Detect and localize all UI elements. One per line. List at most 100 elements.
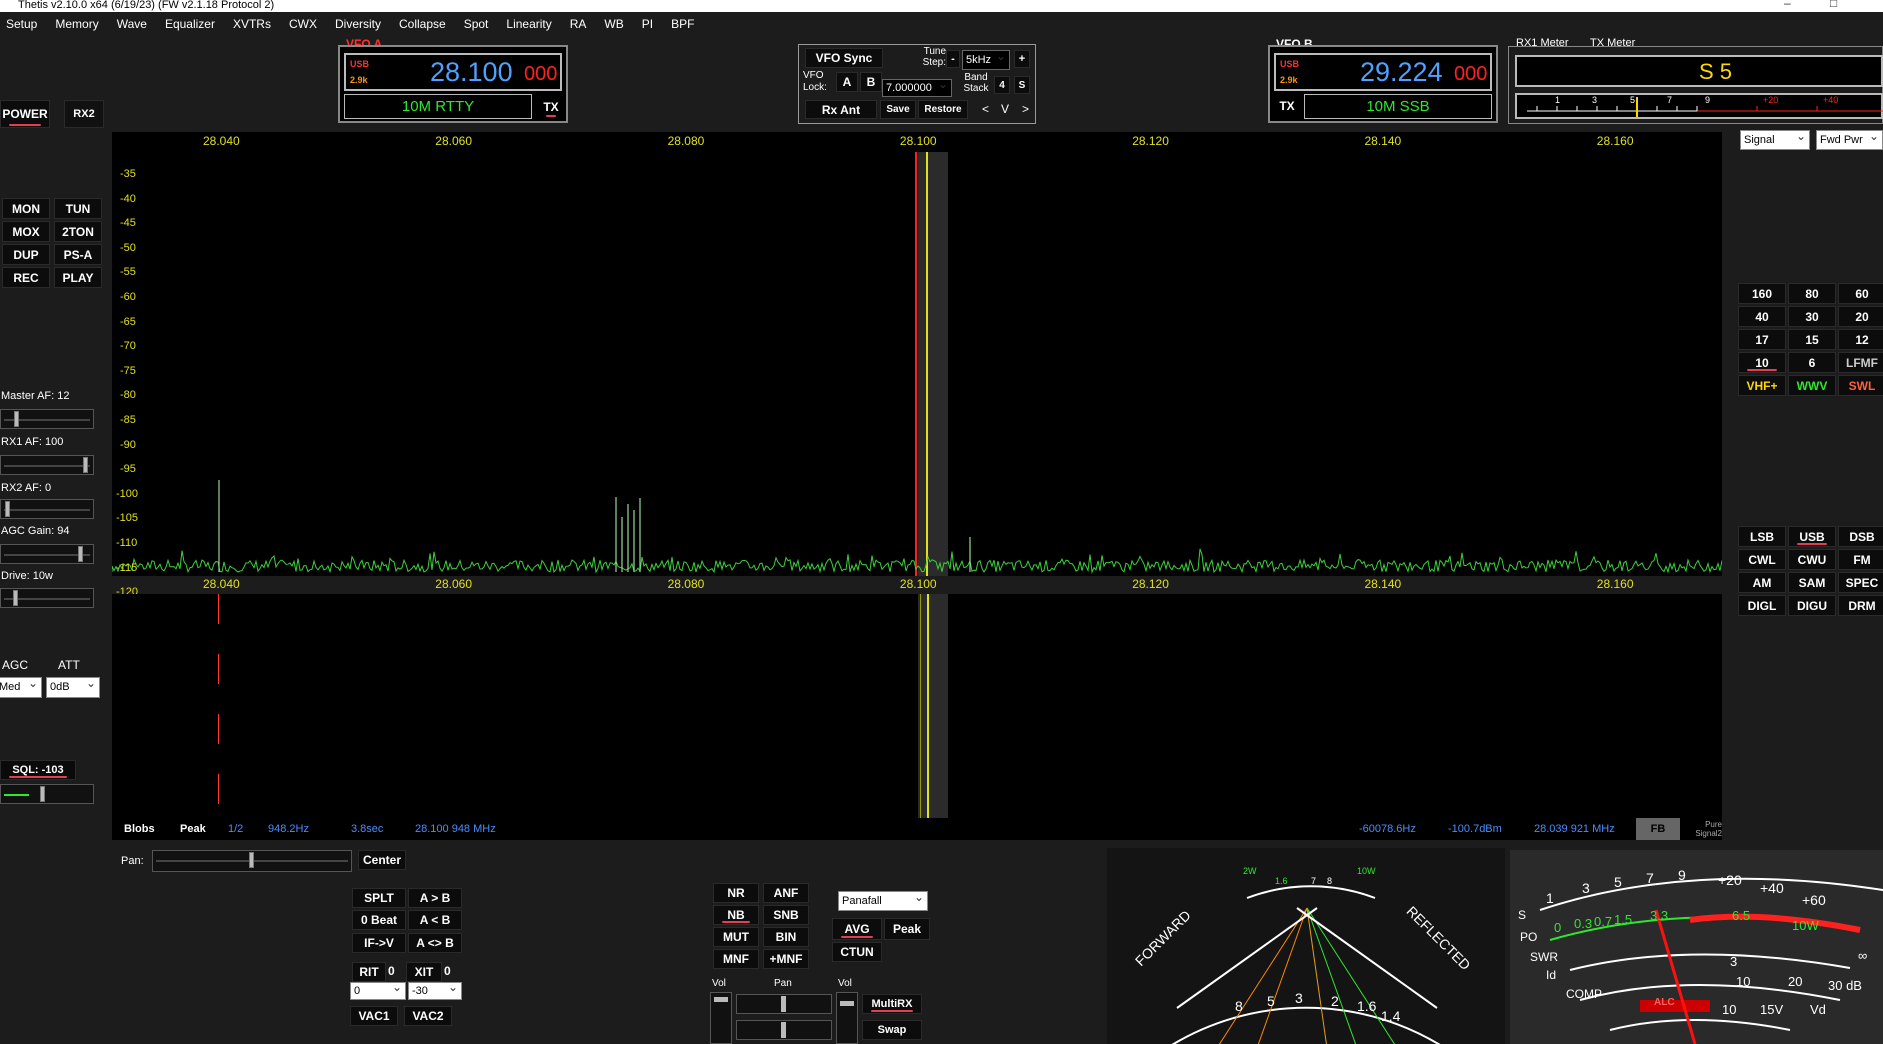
mode-lsb-button[interactable]: LSB: [1738, 526, 1786, 547]
mode-sam-button[interactable]: SAM: [1788, 572, 1836, 593]
rit-button[interactable]: RIT: [352, 962, 386, 982]
rx2-af-slider-thumb[interactable]: [5, 501, 10, 517]
mode-cwu-button[interactable]: CWU: [1788, 549, 1836, 570]
tune-step-plus-button[interactable]: +: [1014, 50, 1030, 68]
mode-cwl-button[interactable]: CWL: [1738, 549, 1786, 570]
split-button[interactable]: SPLT: [352, 888, 406, 908]
vfo-lock-a-button[interactable]: A: [836, 72, 858, 92]
multirx-button[interactable]: MultiRX: [862, 994, 922, 1014]
2ton-button[interactable]: 2TON: [54, 221, 102, 242]
band-15-button[interactable]: 15: [1788, 329, 1836, 350]
vfo-lock-b-button[interactable]: B: [860, 72, 882, 92]
mnf-button[interactable]: MNF: [713, 949, 759, 969]
waterfall[interactable]: [112, 594, 1722, 818]
menu-equalizer[interactable]: Equalizer: [165, 17, 215, 31]
mox-button[interactable]: MOX: [2, 221, 50, 242]
power-button[interactable]: POWER: [0, 100, 50, 128]
vfo-restore-button[interactable]: Restore: [918, 100, 968, 119]
nb-button[interactable]: NB: [713, 905, 759, 925]
band-40-button[interactable]: 40: [1738, 306, 1786, 327]
xit-input[interactable]: -30: [408, 979, 462, 1000]
band-160-button[interactable]: 160: [1738, 283, 1786, 304]
snb-button[interactable]: SNB: [763, 905, 809, 925]
menu-ra[interactable]: RA: [570, 17, 587, 31]
rx2-button[interactable]: RX2: [64, 100, 104, 128]
band-20-button[interactable]: 20: [1838, 306, 1883, 327]
tune-step-minus-button[interactable]: -: [946, 50, 960, 68]
tune-step-value[interactable]: 5kHz: [962, 47, 1010, 70]
agc-select[interactable]: Med: [0, 674, 42, 698]
band-30-button[interactable]: 30: [1788, 306, 1836, 327]
agc-gain-slider[interactable]: [0, 544, 94, 564]
avg-button[interactable]: AVG: [832, 918, 882, 940]
rx-meter-select[interactable]: Signal: [1740, 127, 1810, 150]
agc-gain-slider-thumb[interactable]: [78, 546, 84, 562]
pan-slider[interactable]: [152, 850, 352, 872]
rx2-af-slider[interactable]: [0, 499, 94, 519]
panadapter[interactable]: [112, 132, 1722, 576]
menu-wave[interactable]: Wave: [117, 17, 147, 31]
dup-button[interactable]: DUP: [2, 244, 50, 265]
menu-linearity[interactable]: Linearity: [506, 17, 551, 31]
squelch-slider-thumb[interactable]: [40, 786, 46, 802]
rx-swap-button[interactable]: Swap: [862, 1020, 922, 1040]
bin-button[interactable]: BIN: [763, 927, 809, 947]
vfo-a-display[interactable]: USB 2.9k 28.100 000: [344, 53, 562, 91]
if-to-vfo-button[interactable]: IF->V: [352, 933, 406, 953]
menu-bpf[interactable]: BPF: [671, 17, 694, 31]
blobs-button[interactable]: Blobs: [124, 823, 155, 835]
mode-dsb-button[interactable]: DSB: [1838, 526, 1883, 547]
vfo-b-frequency[interactable]: 29.224: [1360, 57, 1443, 88]
vfo-prev-button[interactable]: <: [982, 102, 989, 116]
vfo-b-tx-button[interactable]: TX: [1274, 94, 1300, 118]
anf-button[interactable]: ANF: [763, 883, 809, 903]
mode-digu-button[interactable]: DIGU: [1788, 595, 1836, 616]
band-lfmf-button[interactable]: LFMF: [1838, 352, 1883, 373]
band-swl-button[interactable]: SWL: [1838, 375, 1883, 396]
vfo-b-display[interactable]: USB 2.9k 29.224 000: [1274, 53, 1492, 91]
band-10-button[interactable]: 10: [1738, 352, 1786, 373]
band-stack-s-button[interactable]: S: [1014, 76, 1030, 94]
psa-button[interactable]: PS-A: [54, 244, 102, 265]
vfo-a-frequency[interactable]: 28.100: [430, 57, 513, 88]
band-vhf-button[interactable]: VHF+: [1738, 375, 1786, 396]
rx-ant-button[interactable]: Rx Ant: [805, 100, 877, 119]
master-af-slider-thumb[interactable]: [14, 411, 20, 427]
vac2-button[interactable]: VAC2: [404, 1006, 452, 1026]
play-button[interactable]: PLAY: [54, 267, 102, 288]
menu-memory[interactable]: Memory: [55, 17, 98, 31]
menu-diversity[interactable]: Diversity: [335, 17, 381, 31]
pan-slider-thumb[interactable]: [249, 852, 254, 868]
display-peak-button[interactable]: Peak: [884, 918, 930, 940]
vol2-slider[interactable]: [836, 992, 858, 1044]
menu-cwx[interactable]: CWX: [289, 17, 317, 31]
menu-spot[interactable]: Spot: [464, 17, 489, 31]
vfo-next-button[interactable]: >: [1022, 102, 1029, 116]
mode-spec-button[interactable]: SPEC: [1838, 572, 1883, 593]
mode-fm-button[interactable]: FM: [1838, 549, 1883, 570]
display-mode-select[interactable]: Panafall: [838, 888, 928, 911]
rx1-af-slider-thumb[interactable]: [83, 457, 88, 473]
squelch-button[interactable]: SQL: -103: [0, 760, 76, 780]
mode-usb-button[interactable]: USB: [1788, 526, 1836, 547]
vfo-save-button[interactable]: Save: [880, 100, 916, 119]
rec-button[interactable]: REC: [2, 267, 50, 288]
band-80-button[interactable]: 80: [1788, 283, 1836, 304]
pan-small-slider-2[interactable]: [736, 1020, 832, 1040]
menu-collapse[interactable]: Collapse: [399, 17, 446, 31]
vol-slider[interactable]: [710, 992, 732, 1044]
drive-slider-thumb[interactable]: [12, 590, 18, 606]
band-stack-number[interactable]: 4: [994, 76, 1010, 94]
menu-setup[interactable]: Setup: [6, 17, 37, 31]
vfo-lock-value[interactable]: 7.000000: [882, 76, 952, 97]
vac1-button[interactable]: VAC1: [350, 1006, 398, 1026]
band-60-button[interactable]: 60: [1838, 283, 1883, 304]
tun-button[interactable]: TUN: [54, 198, 102, 219]
zero-beat-button[interactable]: 0 Beat: [352, 910, 406, 930]
att-select[interactable]: 0dB: [46, 674, 100, 698]
drive-slider[interactable]: [0, 588, 94, 608]
menu-xvtrs[interactable]: XVTRs: [233, 17, 271, 31]
band-6-button[interactable]: 6: [1788, 352, 1836, 373]
mode-am-button[interactable]: AM: [1738, 572, 1786, 593]
mode-drm-button[interactable]: DRM: [1838, 595, 1883, 616]
